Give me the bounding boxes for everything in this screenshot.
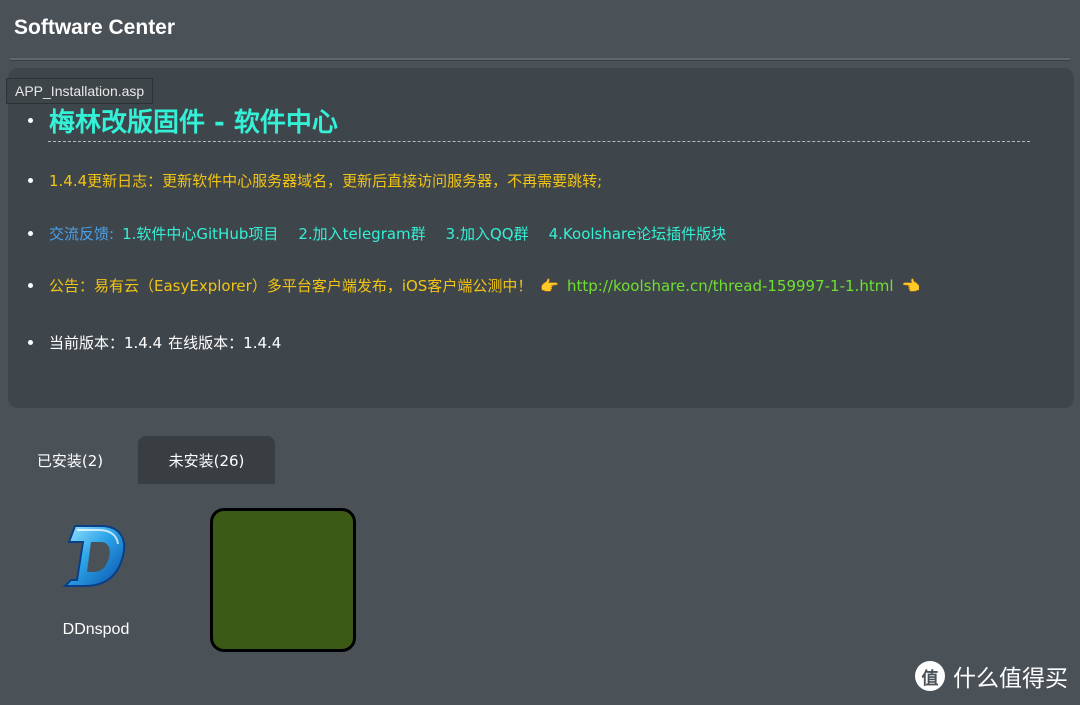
bullet-icon	[28, 178, 33, 183]
notice-item: 公告：易有云（EasyExplorer）多平台客户端发布，iOS客户端公测中！ …	[28, 275, 920, 296]
github-link[interactable]: 1.软件中心GitHub项目	[122, 223, 278, 244]
update-log-text: 1.4.4更新日志：更新软件中心服务器域名，更新后直接访问服务器，不再需要跳转;	[49, 172, 603, 190]
version-item: 当前版本：1.4.4 在线版本：1.4.4	[28, 332, 287, 353]
bullet-icon	[28, 340, 33, 345]
telegram-link[interactable]: 2.加入telegram群	[298, 223, 425, 244]
update-log-item: 1.4.4更新日志：更新软件中心服务器域名，更新后直接访问服务器，不再需要跳转;	[28, 170, 602, 191]
ddnspod-logo-icon	[62, 525, 126, 587]
notice-link[interactable]: http://koolshare.cn/thread-159997-1-1.ht…	[567, 277, 893, 295]
title-divider	[10, 58, 1070, 61]
pointing-left-hand-icon: 👈	[901, 276, 921, 295]
watermark-text: 什么值得买	[953, 666, 1068, 692]
info-panel: 梅林改版固件 - 软件中心 1.4.4更新日志：更新软件中心服务器域名，更新后直…	[8, 68, 1074, 408]
software-center-page: Software Center 梅林改版固件 - 软件中心 1.4.4更新日志：…	[0, 0, 1080, 705]
heading-divider	[48, 141, 1030, 142]
app-tile-ddnspod[interactable]: DDnspod	[46, 514, 146, 644]
tab-installed[interactable]: 已安装(2)	[6, 436, 134, 484]
tab-not-installed[interactable]: 未安装(26)	[138, 436, 275, 484]
pointing-right-hand-icon: 👉	[540, 276, 560, 295]
notice-text: 公告：易有云（EasyExplorer）多平台客户端发布，iOS客户端公测中！	[49, 277, 533, 295]
info-heading: 梅林改版固件 - 软件中心	[49, 108, 338, 138]
koolshare-forum-link[interactable]: 4.Koolshare论坛插件版块	[549, 223, 727, 244]
bullet-icon	[28, 283, 33, 288]
info-heading-item: 梅林改版固件 - 软件中心	[28, 102, 338, 139]
app-tile-placeholder[interactable]	[210, 508, 356, 652]
url-tooltip: APP_Installation.asp	[6, 78, 154, 104]
app-name: DDnspod	[62, 621, 130, 638]
smzdm-logo-icon: 值	[915, 661, 945, 691]
watermark: 值 什么值得买	[915, 659, 1068, 693]
online-version: 在线版本：1.4.4	[168, 334, 282, 352]
page-title: Software Center	[14, 16, 176, 39]
bullet-icon	[28, 231, 33, 236]
feedback-item: 交流反馈: 1.软件中心GitHub项目 2.加入telegram群 3.加入Q…	[28, 223, 746, 244]
current-version: 当前版本：1.4.4	[49, 334, 163, 352]
bullet-icon	[28, 118, 33, 123]
qq-group-link[interactable]: 3.加入QQ群	[446, 223, 529, 244]
feedback-label: 交流反馈:	[49, 225, 115, 243]
